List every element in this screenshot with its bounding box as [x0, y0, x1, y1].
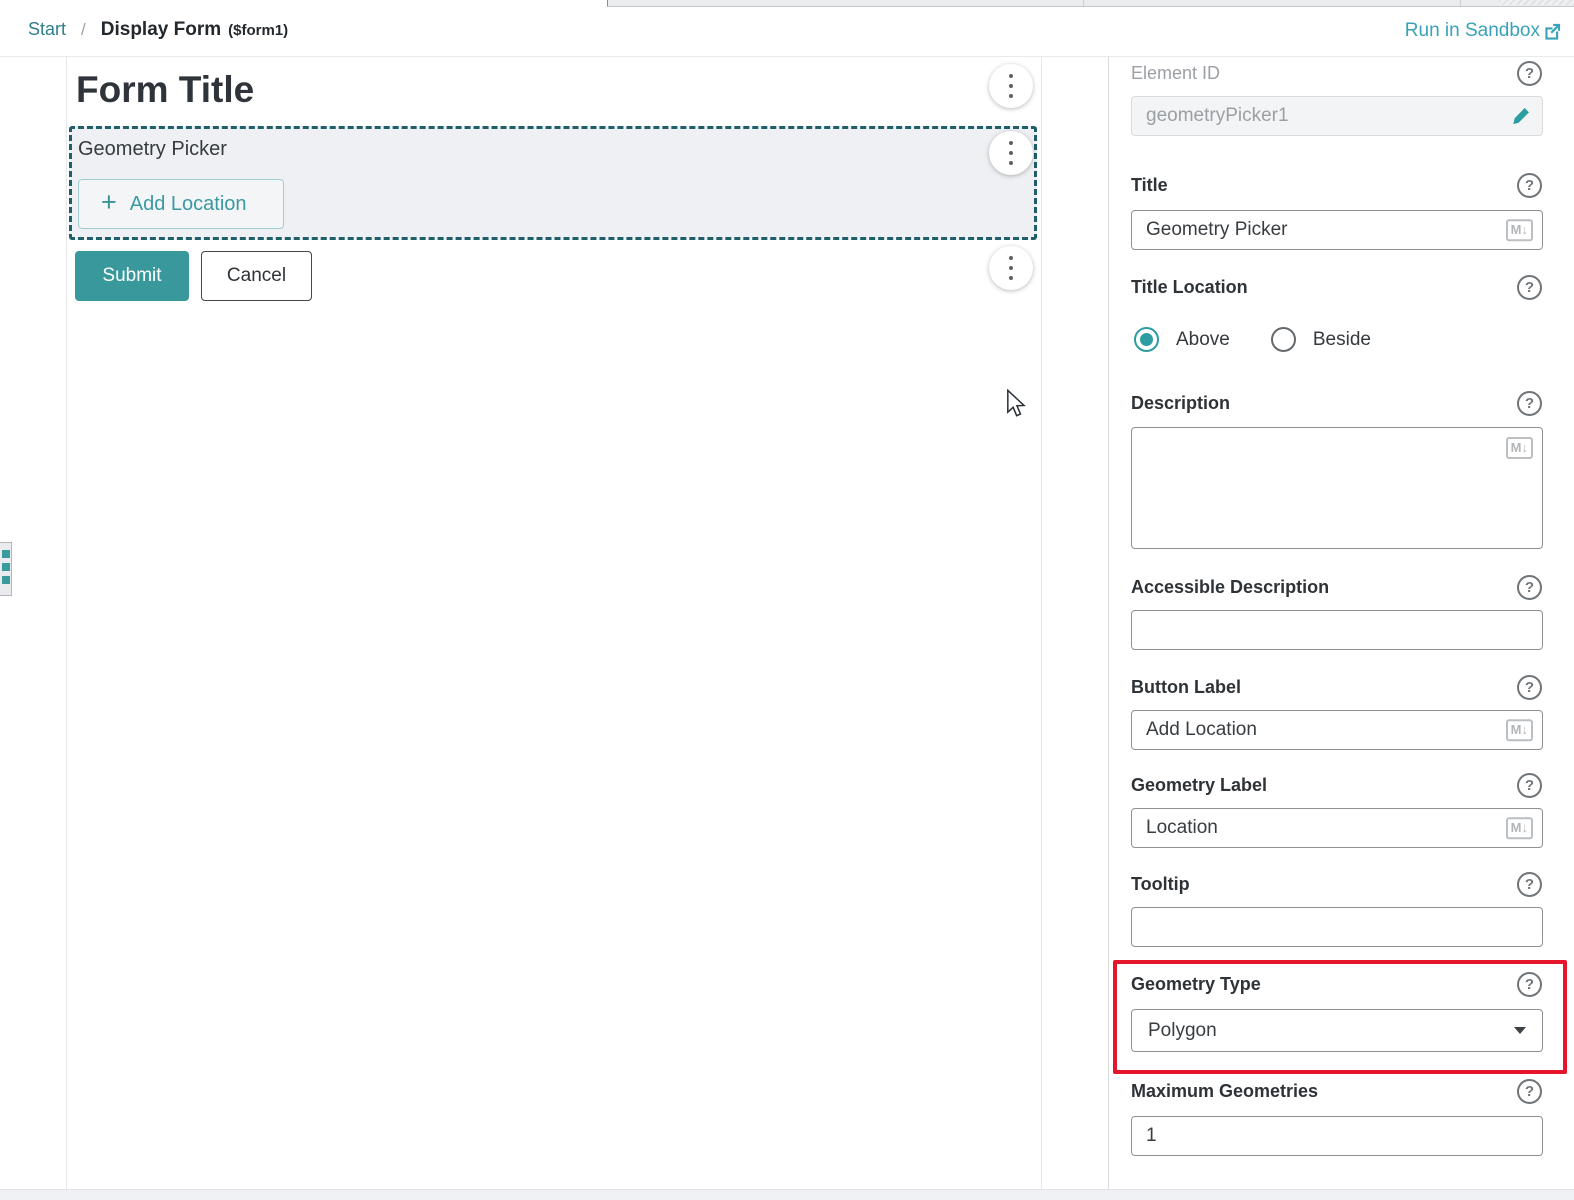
help-icon[interactable]: ?: [1517, 61, 1542, 86]
geometry-element-menu-button[interactable]: [989, 131, 1033, 175]
help-icon[interactable]: ?: [1517, 173, 1542, 198]
geometry-picker-label: Geometry Picker: [78, 138, 227, 161]
tooltip-label: Tooltip: [1131, 874, 1190, 895]
drag-handle-icon: [2, 550, 10, 558]
maximum-geometries-input[interactable]: [1131, 1116, 1543, 1156]
form-canvas: Form Title Geometry Picker + Add Locatio…: [66, 57, 1042, 1189]
markdown-icon[interactable]: M↓: [1506, 437, 1533, 459]
maximum-geometries-label: Maximum Geometries: [1131, 1081, 1318, 1102]
title-input[interactable]: [1131, 210, 1543, 250]
title-location-label: Title Location: [1131, 277, 1248, 298]
help-icon[interactable]: ?: [1517, 972, 1542, 997]
element-id-label: Element ID: [1131, 63, 1220, 84]
radio-unselected-icon: [1271, 327, 1296, 352]
window-edge-strip: [607, 0, 1574, 7]
geometry-type-value: Polygon: [1148, 1020, 1217, 1042]
strip-divider: [1083, 0, 1084, 6]
button-label-input[interactable]: [1131, 710, 1543, 750]
form-title[interactable]: Form Title: [76, 69, 254, 111]
kebab-icon: [1009, 141, 1013, 145]
kebab-icon: [1009, 74, 1013, 78]
radio-beside-label: Beside: [1313, 329, 1371, 351]
breadcrumb: Start / Display Form ($form1): [28, 19, 288, 41]
geometry-label-label: Geometry Label: [1131, 775, 1267, 796]
button-label-label: Button Label: [1131, 677, 1241, 698]
markdown-icon[interactable]: M↓: [1506, 219, 1533, 241]
help-icon[interactable]: ?: [1517, 575, 1542, 600]
edit-pencil-icon[interactable]: [1511, 106, 1531, 126]
breadcrumb-form-id: ($form1): [228, 22, 288, 39]
accessible-description-input[interactable]: [1131, 610, 1543, 650]
geometry-picker-element[interactable]: Geometry Picker + Add Location: [69, 126, 1037, 240]
help-icon[interactable]: ?: [1517, 872, 1542, 897]
run-in-sandbox-link[interactable]: Run in Sandbox: [1405, 20, 1562, 42]
markdown-icon[interactable]: M↓: [1506, 817, 1533, 839]
form-title-menu-button[interactable]: [989, 64, 1033, 108]
element-id-input[interactable]: [1131, 96, 1543, 136]
breadcrumb-start-link[interactable]: Start: [28, 19, 66, 40]
form-actions-menu-button[interactable]: [989, 246, 1033, 290]
strip-texture: [1499, 0, 1574, 5]
kebab-icon: [1009, 256, 1013, 260]
help-icon[interactable]: ?: [1517, 275, 1542, 300]
form-builder-app: Start / Display Form ($form1) Run in San…: [0, 0, 1574, 1200]
strip-divider: [1460, 0, 1461, 6]
radio-above[interactable]: Above: [1134, 327, 1230, 352]
add-location-label: Add Location: [130, 193, 247, 216]
run-in-sandbox-label: Run in Sandbox: [1405, 20, 1540, 42]
help-icon[interactable]: ?: [1517, 773, 1542, 798]
help-icon[interactable]: ?: [1517, 1079, 1542, 1104]
left-panel-handle[interactable]: [0, 542, 12, 596]
header-bar: Start / Display Form ($form1) Run in San…: [0, 0, 1574, 57]
tooltip-input[interactable]: [1131, 907, 1543, 947]
properties-panel: Element ID ? Title ? M↓ Title Location ?…: [1108, 57, 1574, 1189]
geometry-type-highlight: Geometry Type ? Polygon: [1113, 960, 1567, 1074]
submit-button[interactable]: Submit: [75, 251, 189, 301]
geometry-type-dropdown[interactable]: Polygon: [1131, 1009, 1543, 1052]
radio-selected-icon: [1134, 327, 1159, 352]
help-icon[interactable]: ?: [1517, 675, 1542, 700]
markdown-icon[interactable]: M↓: [1506, 719, 1533, 741]
plus-icon: +: [101, 189, 117, 216]
breadcrumb-current-page: Display Form: [101, 19, 221, 41]
breadcrumb-separator: /: [81, 20, 86, 40]
external-link-icon: [1543, 22, 1562, 41]
accessible-description-label: Accessible Description: [1131, 577, 1329, 598]
help-icon[interactable]: ?: [1517, 391, 1542, 416]
add-location-button[interactable]: + Add Location: [78, 179, 284, 229]
title-label: Title: [1131, 175, 1168, 196]
geometry-type-label: Geometry Type: [1131, 974, 1261, 995]
description-label: Description: [1131, 393, 1230, 414]
cancel-button[interactable]: Cancel: [201, 251, 312, 301]
radio-above-label: Above: [1176, 329, 1230, 351]
radio-beside[interactable]: Beside: [1271, 327, 1371, 352]
geometry-label-input[interactable]: [1131, 808, 1543, 848]
description-textarea[interactable]: [1131, 427, 1543, 549]
chevron-down-icon: [1514, 1027, 1526, 1034]
bottom-edge-strip: [0, 1189, 1574, 1200]
